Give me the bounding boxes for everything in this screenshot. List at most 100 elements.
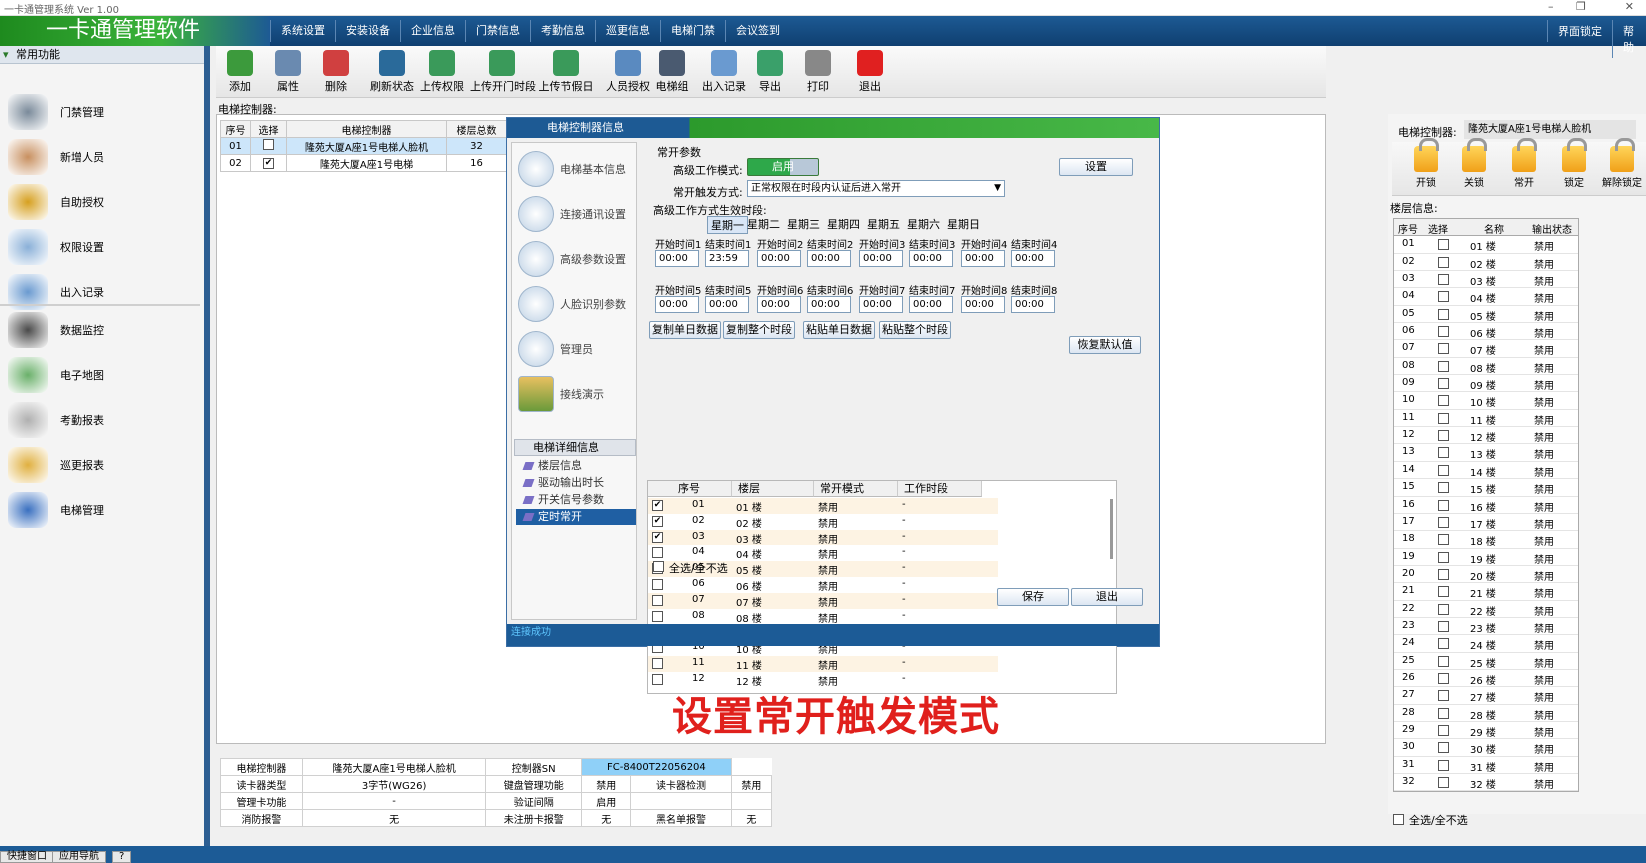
right-floor-checkbox[interactable] <box>1438 516 1449 528</box>
dialog-nav-1[interactable]: 连接通讯设置 <box>518 194 634 234</box>
bottom-tab-1[interactable]: 应用导航 <box>52 851 106 863</box>
dialog-nav-0[interactable]: 电梯基本信息 <box>518 149 634 189</box>
right-floor-row[interactable]: 24 24 楼 禁用 <box>1394 635 1578 653</box>
right-floor-checkbox[interactable] <box>1438 638 1449 650</box>
dialog-nav-3[interactable]: 人脸识别参数 <box>518 284 634 324</box>
time2-input-6[interactable]: 00:00 <box>961 296 1005 313</box>
controller-checkbox[interactable] <box>263 139 274 150</box>
floor-row[interactable]: ✔ 03 03 楼 禁用 - <box>648 529 998 546</box>
right-floor-row[interactable]: 14 14 楼 禁用 <box>1394 462 1578 480</box>
right-floor-checkbox[interactable] <box>1438 620 1449 632</box>
floor-checkbox[interactable] <box>652 658 663 669</box>
right-floor-checkbox[interactable] <box>1438 777 1449 788</box>
day-tab-6[interactable]: 星期日 <box>947 216 980 232</box>
floor-scrollbar[interactable] <box>1110 499 1113 559</box>
right-floor-checkbox[interactable] <box>1438 256 1449 268</box>
floor-row[interactable]: 12 12 楼 禁用 - <box>648 671 998 688</box>
left-item-3[interactable]: 权限设置 <box>8 227 198 267</box>
right-floor-checkbox[interactable] <box>1438 603 1449 615</box>
right-floor-row[interactable]: 28 28 楼 禁用 <box>1394 705 1578 722</box>
controller-row[interactable]: 02 ✔ 隆苑大厦A座1号电梯 16 <box>220 154 507 172</box>
floor-row[interactable]: 08 08 楼 禁用 - <box>648 608 998 625</box>
right-floor-row[interactable]: 12 12 楼 禁用 <box>1394 427 1578 445</box>
right-floor-row[interactable]: 13 13 楼 禁用 <box>1394 444 1578 462</box>
close-icon[interactable]: ✕ <box>1604 0 1634 13</box>
day-tab-0[interactable]: 星期一 <box>707 216 748 234</box>
right-floor-row[interactable]: 26 26 楼 禁用 <box>1394 670 1578 688</box>
time2-input-0[interactable]: 00:00 <box>655 296 699 313</box>
toolbar-button-3[interactable]: 刷新状态 <box>366 50 418 94</box>
toolbar-button-1[interactable]: 属性 <box>266 50 310 94</box>
right-floor-row[interactable]: 19 19 楼 禁用 <box>1394 549 1578 566</box>
right-floor-checkbox[interactable] <box>1438 343 1449 355</box>
menu-item-7[interactable]: 会议签到 <box>725 20 790 42</box>
right-floor-checkbox[interactable] <box>1438 239 1449 251</box>
help-button[interactable]: 帮助 <box>1612 20 1646 58</box>
floor-row[interactable]: ✔ 01 01 楼 禁用 - <box>648 498 998 514</box>
right-floor-row[interactable]: 08 08 楼 禁用 <box>1394 358 1578 376</box>
detail-header[interactable]: 电梯详细信息 <box>514 439 636 456</box>
floor-row[interactable]: 11 11 楼 禁用 - <box>648 656 998 672</box>
right-floor-checkbox[interactable] <box>1438 326 1449 338</box>
dialog-nav-4[interactable]: 管理员 <box>518 329 634 369</box>
left-item2-0[interactable]: 数据监控 <box>8 310 198 350</box>
toolbar-button-8[interactable]: 电梯组 <box>650 50 694 94</box>
floor-checkbox[interactable] <box>652 610 663 622</box>
right-floor-checkbox[interactable] <box>1438 360 1449 372</box>
right-floor-checkbox[interactable] <box>1438 724 1449 736</box>
right-floor-checkbox[interactable] <box>1438 655 1449 667</box>
right-floor-checkbox[interactable] <box>1438 568 1449 580</box>
right-floor-checkbox[interactable] <box>1438 412 1449 424</box>
lock-button-4[interactable]: 解除锁定 <box>1600 138 1644 189</box>
right-floor-row[interactable]: 03 03 楼 禁用 <box>1394 271 1578 289</box>
right-floor-checkbox[interactable] <box>1438 378 1449 390</box>
lock-button-0[interactable]: 开锁 <box>1404 138 1448 189</box>
left-item2-1[interactable]: 电子地图 <box>8 355 198 395</box>
right-floor-row[interactable]: 32 32 楼 禁用 <box>1394 774 1578 792</box>
menu-item-6[interactable]: 电梯门禁 <box>660 20 725 42</box>
right-floor-row[interactable]: 23 23 楼 禁用 <box>1394 618 1578 636</box>
copy-button-1[interactable]: 复制整个时段 <box>723 321 795 339</box>
floor-checkbox[interactable] <box>652 673 663 685</box>
right-floor-row[interactable]: 31 31 楼 禁用 <box>1394 757 1578 774</box>
restore-default-button[interactable]: 恢复默认值 <box>1069 336 1141 354</box>
right-floor-row[interactable]: 22 22 楼 禁用 <box>1394 601 1578 618</box>
right-floor-checkbox[interactable] <box>1438 447 1449 459</box>
lock-button-2[interactable]: 常开 <box>1502 138 1546 189</box>
left-item-0[interactable]: 门禁管理 <box>8 92 198 132</box>
floor-row[interactable]: 07 07 楼 禁用 - <box>648 592 998 609</box>
detail-item-0[interactable]: 楼层信息 <box>516 458 636 474</box>
time1-input-0[interactable]: 00:00 <box>655 250 699 267</box>
right-floor-checkbox[interactable] <box>1438 395 1449 407</box>
day-tab-2[interactable]: 星期三 <box>787 216 820 232</box>
right-floor-checkbox[interactable] <box>1438 482 1449 494</box>
right-floor-row[interactable]: 04 04 楼 禁用 <box>1394 288 1578 306</box>
left-item-4[interactable]: 出入记录 <box>8 272 198 312</box>
right-floor-row[interactable]: 09 09 楼 禁用 <box>1394 375 1578 393</box>
floor-checkbox[interactable] <box>652 547 663 559</box>
bottom-tab-2[interactable]: ? <box>112 851 132 863</box>
right-floor-checkbox[interactable] <box>1438 759 1449 771</box>
right-floor-row[interactable]: 06 06 楼 禁用 <box>1394 323 1578 341</box>
trigger-select[interactable]: 正常权限在时段内认证后进入常开 ▼ <box>747 180 1005 197</box>
toolbar-button-7[interactable]: 人员授权 <box>602 50 654 94</box>
menu-item-5[interactable]: 巡更信息 <box>595 20 660 42</box>
menu-item-3[interactable]: 门禁信息 <box>465 20 530 42</box>
right-floor-row[interactable]: 16 16 楼 禁用 <box>1394 497 1578 514</box>
time1-input-6[interactable]: 00:00 <box>961 250 1005 267</box>
right-floor-checkbox[interactable] <box>1438 551 1449 563</box>
time1-input-3[interactable]: 00:00 <box>807 250 851 267</box>
dialog-nav-2[interactable]: 高级参数设置 <box>518 239 634 279</box>
right-floor-row[interactable]: 11 11 楼 禁用 <box>1394 410 1578 428</box>
toolbar-button-4[interactable]: 上传权限 <box>416 50 468 94</box>
detail-item-3[interactable]: 定时常开 <box>516 509 636 525</box>
toolbar-button-9[interactable]: 出入记录 <box>698 50 750 94</box>
right-floor-row[interactable]: 20 20 楼 禁用 <box>1394 566 1578 584</box>
right-floor-checkbox[interactable] <box>1438 308 1449 320</box>
set-button[interactable]: 设置 <box>1059 158 1133 176</box>
right-floor-checkbox[interactable] <box>1438 690 1449 702</box>
right-floor-checkbox[interactable] <box>1438 586 1449 598</box>
lock-screen-button[interactable]: 界面锁定 <box>1547 20 1612 42</box>
menu-item-0[interactable]: 系统设置 <box>270 20 335 42</box>
right-floor-row[interactable]: 01 01 楼 禁用 <box>1394 236 1578 254</box>
